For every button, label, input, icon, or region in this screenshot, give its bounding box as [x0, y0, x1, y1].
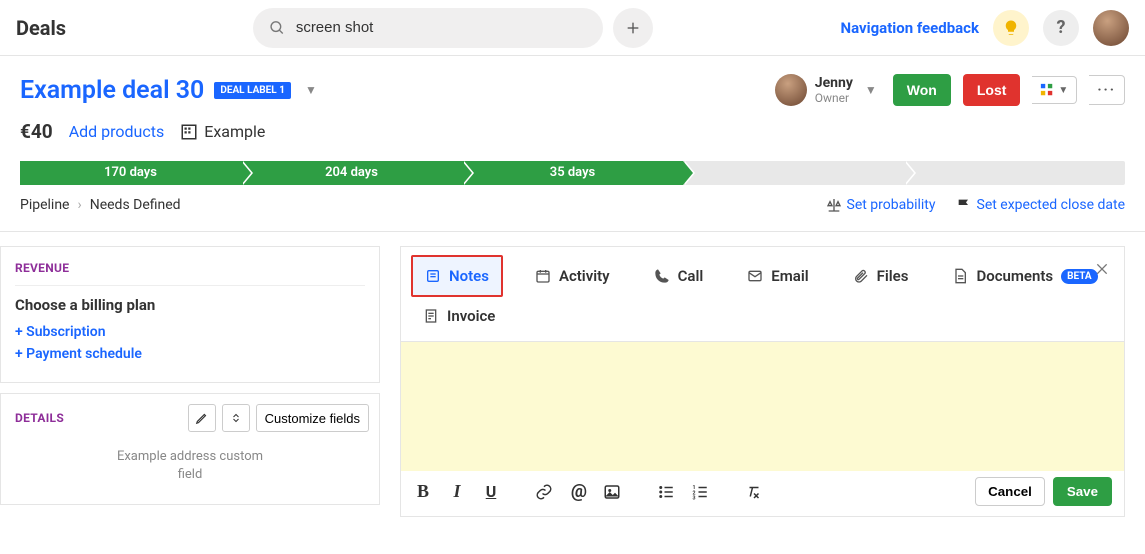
tips-button[interactable] — [993, 10, 1029, 46]
cancel-button[interactable]: Cancel — [975, 477, 1045, 506]
svg-text:3: 3 — [693, 495, 696, 501]
italic-button[interactable]: I — [447, 481, 467, 502]
search-icon — [269, 19, 286, 37]
mail-icon — [747, 268, 763, 284]
mention-button[interactable]: @ — [569, 481, 589, 502]
add-payment-schedule-link[interactable]: + Payment schedule — [15, 346, 365, 362]
tab-invoice[interactable]: Invoice — [411, 303, 507, 335]
tab-files[interactable]: Files — [841, 257, 921, 295]
add-subscription-link[interactable]: + Subscription — [15, 324, 365, 340]
set-probability-link[interactable]: Set probability — [826, 197, 936, 213]
document-icon — [952, 268, 968, 284]
page-title: Deals — [16, 16, 66, 40]
save-button[interactable]: Save — [1053, 477, 1112, 506]
add-button[interactable] — [613, 8, 653, 48]
tab-notes[interactable]: Notes — [411, 255, 503, 297]
question-icon: ? — [1057, 17, 1066, 38]
tab-activity[interactable]: Activity — [523, 257, 622, 295]
ellipsis-icon: ··· — [1097, 82, 1116, 98]
tab-documents[interactable]: Documents BETA — [940, 257, 1109, 295]
owner-avatar — [775, 74, 807, 106]
search-box[interactable] — [253, 8, 603, 48]
bulb-icon — [1002, 19, 1020, 37]
owner-block[interactable]: Jenny Owner ▼ — [775, 74, 881, 106]
edit-details-button[interactable] — [188, 404, 216, 432]
stage-1[interactable]: 170 days — [20, 161, 241, 185]
breadcrumb-root[interactable]: Pipeline — [20, 197, 70, 213]
stage-4[interactable] — [683, 161, 904, 185]
view-toggle-button[interactable]: ▼ — [1032, 76, 1077, 104]
won-button[interactable]: Won — [893, 74, 951, 106]
owner-role: Owner — [815, 91, 853, 105]
pencil-icon — [195, 411, 209, 425]
beta-badge: BETA — [1061, 269, 1098, 284]
lost-button[interactable]: Lost — [963, 74, 1021, 106]
close-icon — [1094, 261, 1110, 277]
more-actions-button[interactable]: ··· — [1089, 75, 1125, 105]
chevron-right-icon: › — [78, 197, 82, 213]
set-close-date-link[interactable]: Set expected close date — [956, 197, 1126, 213]
pipeline-stages[interactable]: 170 days 204 days 35 days — [20, 161, 1125, 185]
note-editor[interactable] — [401, 341, 1124, 471]
sort-icon — [230, 411, 242, 425]
stage-2[interactable]: 204 days — [241, 161, 462, 185]
owner-name: Jenny — [815, 75, 853, 91]
tab-call[interactable]: Call — [642, 257, 716, 295]
scale-icon — [826, 197, 842, 213]
phone-icon — [654, 268, 670, 284]
tab-email[interactable]: Email — [735, 257, 820, 295]
building-icon — [180, 123, 198, 141]
image-icon — [603, 483, 621, 501]
note-icon — [425, 268, 441, 284]
attachment-icon — [853, 268, 869, 284]
flag-icon — [956, 197, 972, 213]
deal-label-badge: DEAL LABEL 1 — [214, 82, 291, 99]
nav-feedback-link[interactable]: Navigation feedback — [841, 19, 979, 37]
underline-button[interactable]: U — [481, 482, 501, 501]
deal-amount: €40 — [20, 120, 53, 143]
link-icon — [535, 483, 553, 501]
invoice-icon — [423, 308, 439, 324]
image-button[interactable] — [603, 483, 623, 501]
link-button[interactable] — [535, 483, 555, 501]
details-panel-title: DETAILS — [15, 411, 64, 425]
deal-title[interactable]: Example deal 30 — [20, 76, 204, 105]
ol-icon: 123 — [691, 483, 709, 501]
breadcrumb: Pipeline › Needs Defined — [20, 197, 181, 213]
deal-label-dropdown[interactable]: ▼ — [301, 79, 321, 101]
ul-icon — [657, 483, 675, 501]
numbered-list-button[interactable]: 123 — [691, 483, 711, 501]
calendar-icon — [535, 268, 551, 284]
user-avatar[interactable] — [1093, 10, 1129, 46]
help-button[interactable]: ? — [1043, 10, 1079, 46]
org-link[interactable]: Example — [180, 122, 265, 141]
close-panel-button[interactable] — [1094, 261, 1110, 277]
billing-plan-heading: Choose a billing plan — [15, 296, 365, 314]
owner-dropdown[interactable]: ▼ — [861, 79, 881, 101]
clear-icon — [745, 483, 763, 501]
customize-fields-button[interactable]: Customize fields — [256, 404, 369, 432]
reorder-details-button[interactable] — [222, 404, 250, 432]
search-input[interactable] — [296, 19, 588, 36]
add-products-link[interactable]: Add products — [69, 122, 165, 141]
stage-3[interactable]: 35 days — [462, 161, 683, 185]
bulleted-list-button[interactable] — [657, 483, 677, 501]
breadcrumb-current: Needs Defined — [90, 197, 181, 213]
custom-field-label: Example address custom field — [110, 448, 270, 484]
grid-icon — [1040, 83, 1054, 97]
stage-5[interactable] — [904, 161, 1125, 185]
org-name: Example — [204, 122, 265, 141]
plus-icon — [625, 20, 641, 36]
revenue-panel-title: REVENUE — [15, 261, 365, 275]
clear-format-button[interactable] — [745, 483, 765, 501]
bold-button[interactable]: B — [413, 481, 433, 502]
